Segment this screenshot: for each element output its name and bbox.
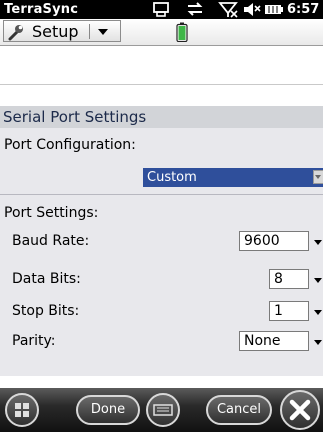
keyboard-icon: [153, 404, 173, 416]
done-label: Done: [90, 402, 126, 417]
section-title: Serial Port Settings: [0, 106, 323, 128]
keyboard-button[interactable]: [146, 393, 180, 427]
port-configuration-value: Custom: [147, 170, 197, 185]
data-bits-label: Data Bits:: [12, 271, 81, 287]
chevron-down-icon[interactable]: [98, 29, 108, 35]
chevron-down-icon[interactable]: [314, 340, 322, 345]
dropdown-arrow-icon[interactable]: [313, 170, 323, 184]
setup-label: Setup: [32, 22, 79, 41]
windows-start-icon: [15, 403, 29, 417]
port-configuration-select[interactable]: Custom: [143, 168, 323, 187]
close-button[interactable]: [280, 390, 320, 430]
cancel-button[interactable]: Cancel: [206, 395, 272, 425]
close-icon: [289, 399, 311, 421]
stop-bits-label: Stop Bits:: [12, 303, 80, 319]
network-icon[interactable]: [186, 1, 204, 18]
battery-icon[interactable]: [264, 1, 284, 18]
bottom-softkey-bar: Done Cancel: [0, 388, 323, 432]
cancel-label: Cancel: [216, 402, 262, 417]
volume-icon[interactable]: [243, 1, 261, 18]
port-configuration-label: Port Configuration:: [4, 137, 136, 153]
baud-rate-select[interactable]: 9600: [239, 231, 322, 251]
wrench-icon: [8, 25, 23, 41]
setup-toolbar: Setup: [0, 19, 323, 46]
sync-icon[interactable]: [152, 1, 170, 18]
data-bits-select[interactable]: 8: [269, 269, 322, 289]
clock-time: 6:57: [287, 2, 320, 17]
chevron-down-icon[interactable]: [314, 278, 322, 283]
data-bits-value: 8: [274, 271, 283, 287]
app-title: TerraSync: [4, 2, 79, 17]
stop-bits-select[interactable]: 1: [269, 301, 322, 321]
chevron-down-icon[interactable]: [314, 310, 322, 315]
windows-start-button[interactable]: [5, 393, 39, 427]
button-separator: [89, 24, 90, 39]
signal-icon[interactable]: [218, 1, 238, 18]
baud-rate-value: 9600: [244, 233, 280, 249]
parity-value: None: [244, 333, 281, 349]
parity-label: Parity:: [12, 333, 56, 349]
parity-select[interactable]: None: [239, 331, 322, 351]
divider: [0, 194, 323, 195]
stop-bits-value: 1: [274, 303, 283, 319]
toolbar-spacer: [0, 46, 323, 85]
port-settings-label: Port Settings:: [4, 205, 99, 221]
status-bar: TerraSync 6:57: [0, 0, 323, 19]
done-button[interactable]: Done: [76, 395, 140, 425]
setup-menu-button[interactable]: Setup: [3, 20, 121, 42]
baud-rate-label: Baud Rate:: [12, 233, 90, 249]
battery-level-icon: [176, 22, 188, 42]
chevron-down-icon[interactable]: [314, 240, 322, 245]
